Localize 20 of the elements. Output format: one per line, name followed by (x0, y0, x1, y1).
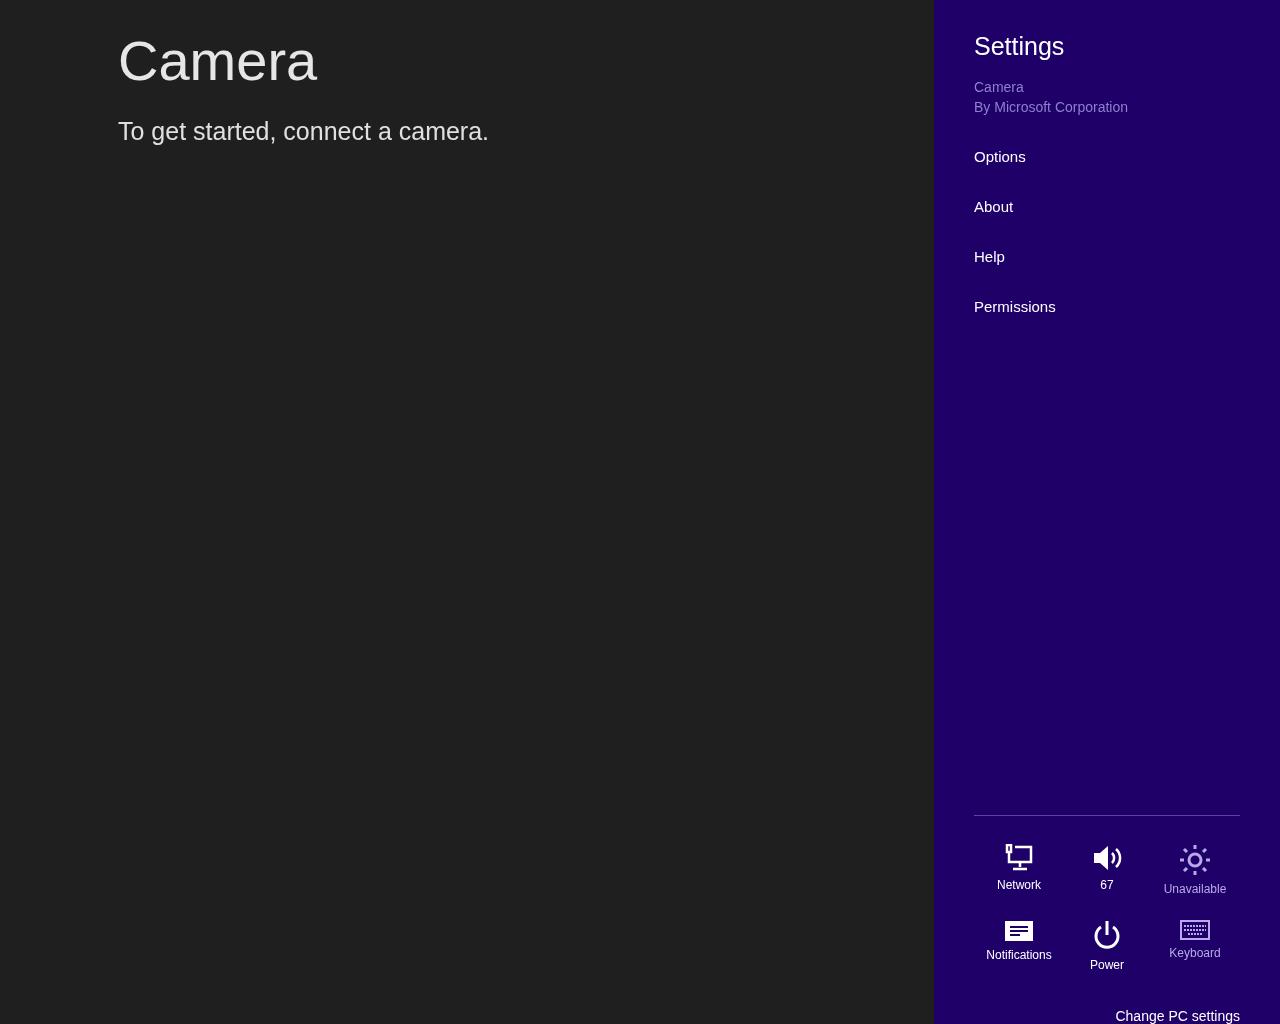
app-title: Camera (118, 28, 318, 93)
app-name: Camera (974, 78, 1024, 97)
sun-icon (1179, 844, 1211, 876)
quick-setting-button[interactable]: Network (975, 844, 1063, 896)
speaker-icon (1092, 844, 1122, 872)
change-settings-link[interactable]: Change PC settings (1115, 1008, 1240, 1024)
quick-setting-button[interactable]: Notifications (975, 920, 1063, 972)
status-message: To get started, connect a camera. (118, 117, 490, 146)
network-icon (1004, 844, 1034, 872)
quick-setting-button[interactable]: 67 (1063, 844, 1151, 896)
quick-setting-button[interactable]: Power (1063, 920, 1151, 972)
message-icon (1004, 920, 1034, 942)
pane-title: Settings (974, 32, 1065, 61)
settings-link[interactable]: About (974, 197, 1014, 217)
settings-link[interactable]: Permissions (974, 297, 1056, 317)
power-icon (1092, 920, 1122, 952)
publisher-name: By Microsoft Corporation (974, 98, 1129, 117)
keyboard-icon (1180, 920, 1210, 940)
settings-link[interactable]: Help (974, 247, 1005, 267)
settings-link[interactable]: Options (974, 147, 1026, 167)
